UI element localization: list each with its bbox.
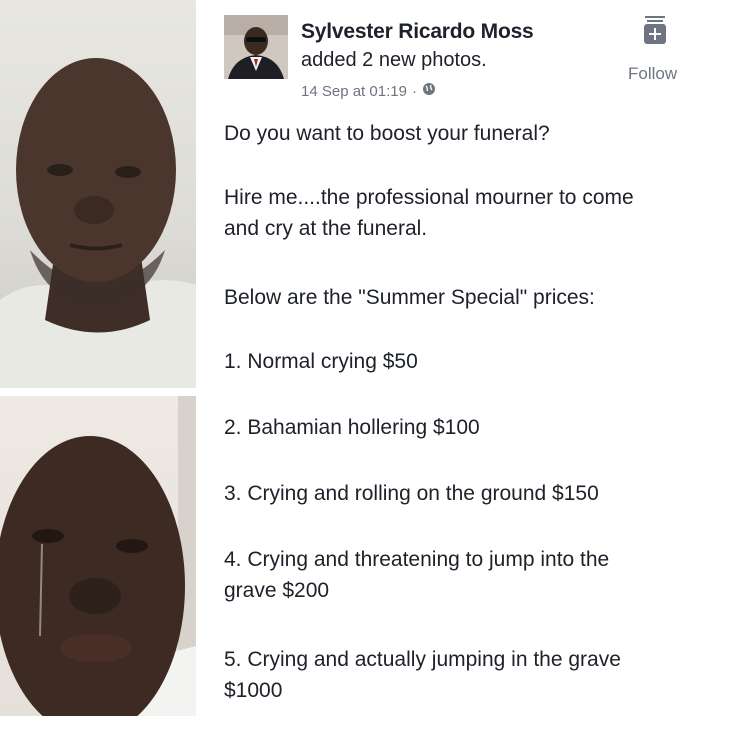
price-item-3: 3. Crying and rolling on the ground $150 <box>224 482 599 505</box>
body-line-prices-intro: Below are the "Summer Special" prices: <box>224 286 595 309</box>
follow-plus-icon[interactable] <box>643 15 667 47</box>
price-item-5-line-2: $1000 <box>224 679 283 702</box>
avatar[interactable] <box>224 15 288 79</box>
price-item-5-line-1: 5. Crying and actually jumping in the gr… <box>224 648 621 671</box>
globe-icon <box>422 82 436 100</box>
photo-column <box>0 0 198 731</box>
meta-separator: · <box>411 82 417 100</box>
price-item-4-line-2: grave $200 <box>224 579 330 602</box>
price-item-1: 1. Normal crying $50 <box>224 350 418 373</box>
price-item-4-line-1: 4. Crying and threatening to jump into t… <box>224 548 610 571</box>
body-line-hire-1: Hire me....the professional mourner to c… <box>224 186 634 209</box>
body-line-hire-2: and cry at the funeral. <box>224 217 428 240</box>
follow-button[interactable]: Follow <box>628 64 677 84</box>
body-line-question: Do you want to boost your funeral? <box>224 122 550 145</box>
post-action: added 2 new photos. <box>301 49 487 71</box>
author-name[interactable]: Sylvester Ricardo Moss <box>301 20 534 44</box>
post-meta: 14 Sep at 01:19 · <box>301 82 436 100</box>
photo-2[interactable] <box>0 396 196 716</box>
timestamp[interactable]: 14 Sep at 01:19 <box>301 83 407 100</box>
photo-1[interactable] <box>0 0 196 388</box>
price-item-2: 2. Bahamian hollering $100 <box>224 416 480 439</box>
